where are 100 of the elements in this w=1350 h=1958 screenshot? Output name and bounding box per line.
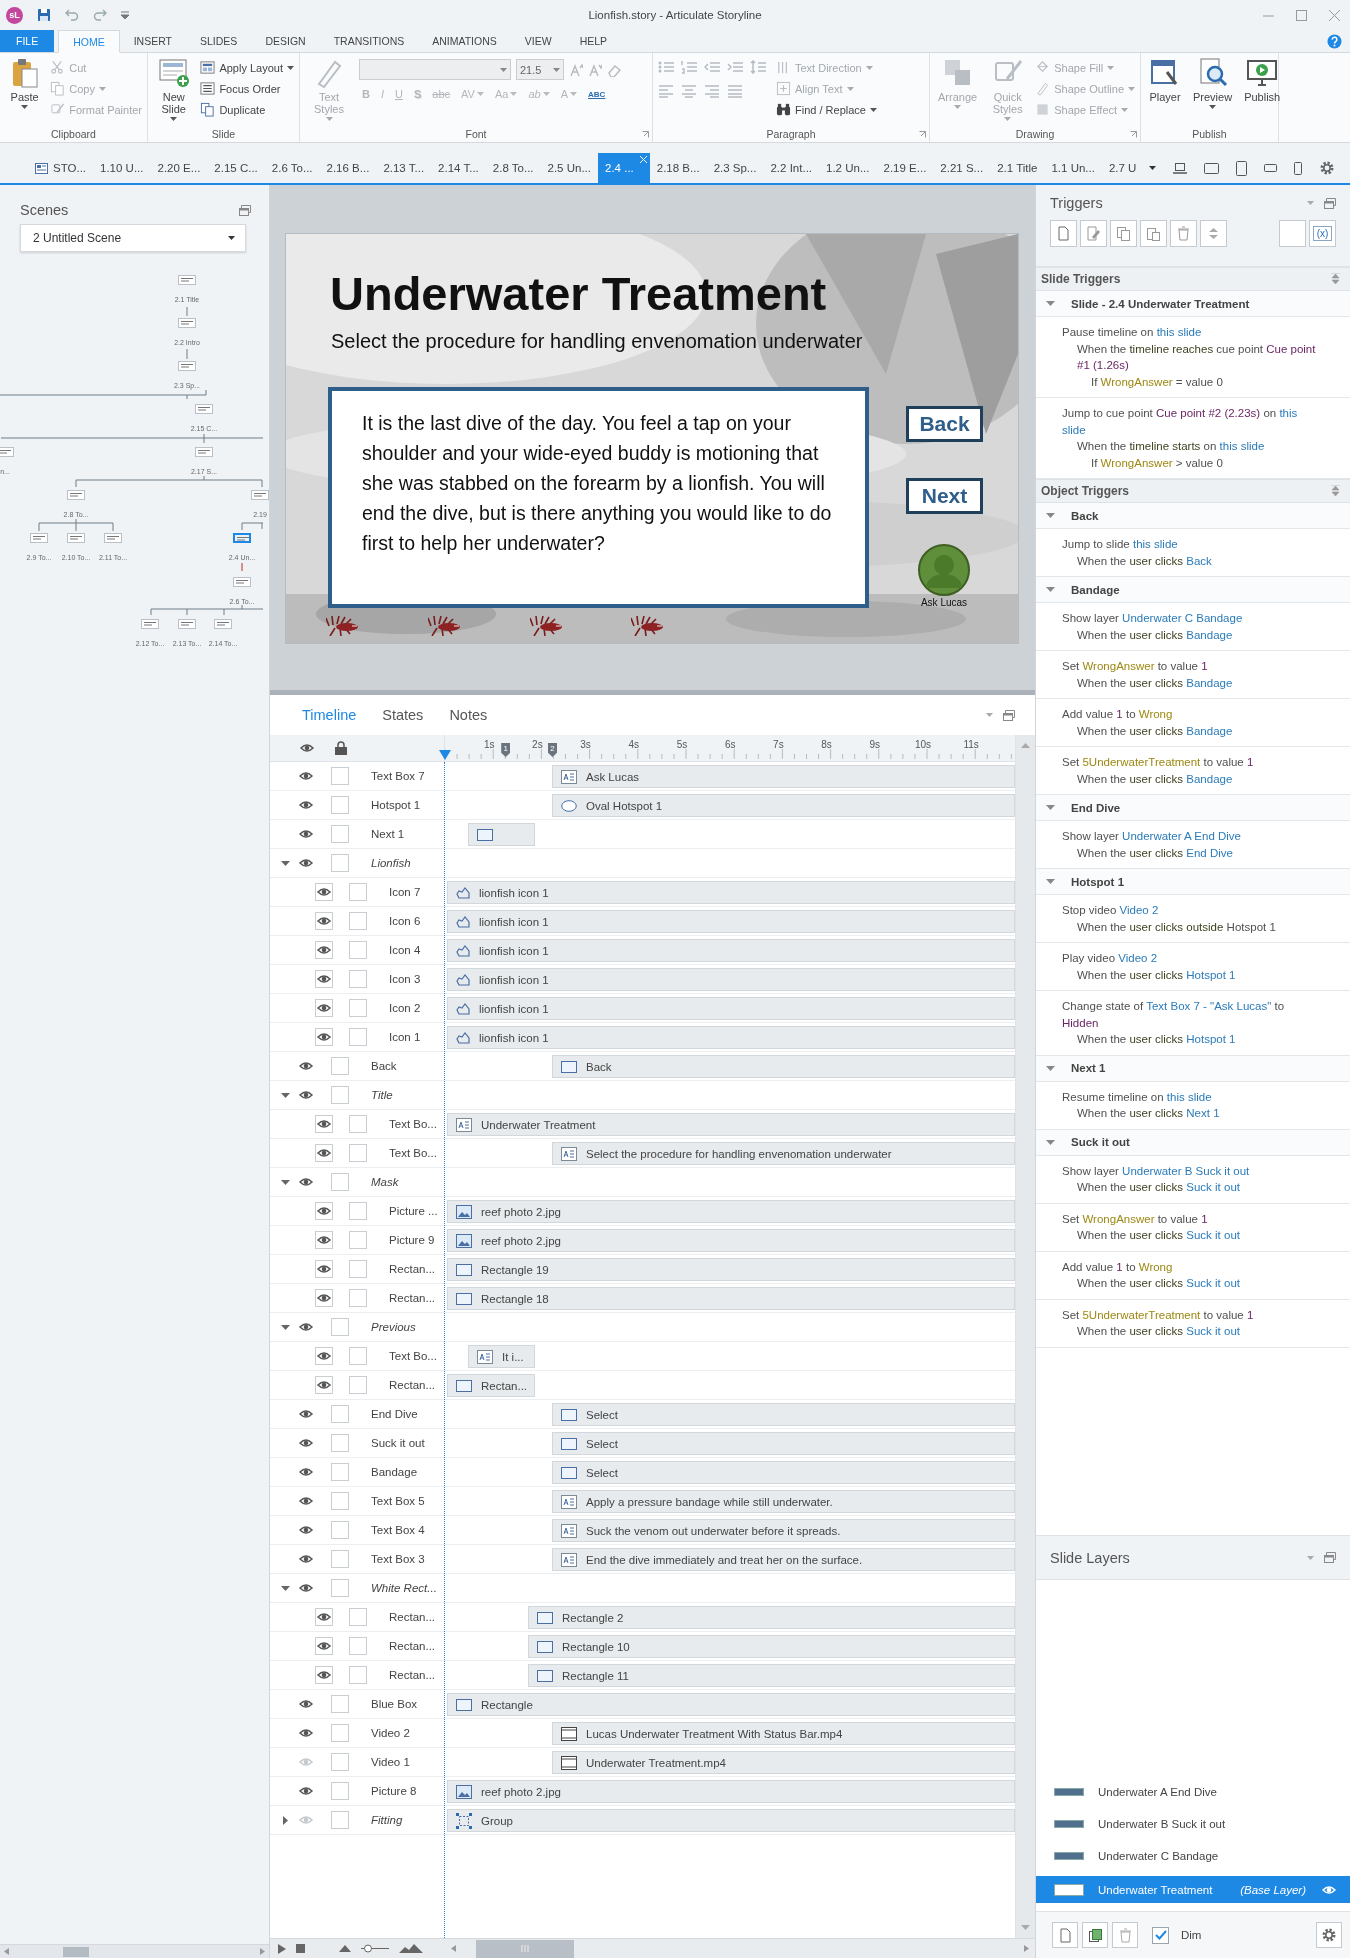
scroll-right-icon[interactable] bbox=[1024, 1945, 1029, 1952]
eye-icon[interactable] bbox=[315, 1666, 333, 1684]
lock-checkbox[interactable] bbox=[331, 1173, 349, 1191]
trigger-action[interactable]: Set 5UnderwaterTreatment to value 1 bbox=[1062, 754, 1320, 771]
layer-name[interactable]: Title bbox=[371, 1089, 393, 1101]
slide-thumbnail[interactable] bbox=[178, 318, 196, 328]
reorder-button[interactable] bbox=[1200, 220, 1227, 247]
timeline-bar[interactable]: Rectan... bbox=[447, 1374, 535, 1397]
timeline-bar[interactable]: reef photo 2.jpg bbox=[447, 1780, 1015, 1803]
restore-icon[interactable] bbox=[1324, 197, 1336, 209]
trigger-action[interactable]: Stop video Video 2 bbox=[1062, 902, 1320, 919]
timeline-bar[interactable]: Rectangle 11 bbox=[528, 1664, 1015, 1687]
caret-icon[interactable] bbox=[1046, 1137, 1055, 1147]
lock-checkbox[interactable] bbox=[331, 1492, 349, 1510]
ribbon-button[interactable]: Focus Order bbox=[200, 79, 294, 98]
delete-button[interactable] bbox=[1170, 220, 1197, 247]
layer-name[interactable]: Text Bo... bbox=[389, 1147, 437, 1159]
layer-name[interactable]: Hotspot 1 bbox=[371, 799, 421, 811]
lock-checkbox[interactable] bbox=[349, 1260, 367, 1278]
timeline-bar[interactable]: Group bbox=[447, 1809, 1015, 1832]
caret-icon[interactable] bbox=[1046, 585, 1055, 594]
nav-button[interactable]: Back bbox=[906, 406, 983, 442]
caret-icon[interactable] bbox=[280, 1177, 290, 1187]
eraser-icon[interactable] bbox=[607, 62, 621, 77]
layer-name[interactable]: Text Bo... bbox=[389, 1118, 437, 1130]
dialog-launcher-icon[interactable] bbox=[642, 131, 649, 138]
copy-button[interactable] bbox=[1110, 220, 1137, 247]
increase-indent-icon[interactable] bbox=[727, 60, 743, 74]
save-icon[interactable] bbox=[37, 8, 51, 22]
layer-name[interactable]: Blue Box bbox=[371, 1698, 418, 1710]
layer-name[interactable]: Rectan... bbox=[389, 1611, 436, 1623]
slide-tab[interactable]: 2.3 Sp... bbox=[706, 153, 764, 183]
layer-name[interactable]: Rectan... bbox=[389, 1292, 436, 1304]
slide-tab[interactable]: 2.21 S... bbox=[933, 153, 991, 183]
ribbon-button[interactable]: Find / Replace bbox=[776, 100, 877, 119]
layer-name[interactable]: Text Box 7 bbox=[371, 770, 425, 782]
timeline-bar[interactable]: Suck the venom out underwater before it spreads. bbox=[552, 1519, 1015, 1542]
ribbon-button[interactable]: Apply Layout bbox=[200, 58, 294, 77]
timeline-bar[interactable]: reef photo 2.jpg bbox=[447, 1229, 1015, 1252]
layer-name[interactable]: Text Box 3 bbox=[371, 1553, 425, 1565]
slide-tab[interactable]: 2.8 To... bbox=[485, 153, 541, 183]
slide-thumbnail[interactable] bbox=[195, 404, 213, 414]
lock-checkbox[interactable] bbox=[331, 1405, 349, 1423]
decrease-indent-icon[interactable] bbox=[704, 60, 720, 74]
eye-icon[interactable] bbox=[315, 883, 333, 901]
layer-name[interactable]: Rectan... bbox=[389, 1669, 436, 1681]
slide-thumbnail[interactable] bbox=[178, 275, 196, 285]
slide-thumbnail[interactable] bbox=[214, 619, 232, 629]
scene-dropdown[interactable]: 2 Untitled Scene bbox=[20, 224, 246, 252]
lock-checkbox[interactable] bbox=[349, 1289, 367, 1307]
scroll-down-icon[interactable] bbox=[1021, 1925, 1030, 1930]
slide-thumbnail[interactable] bbox=[233, 533, 251, 543]
phone-portrait-icon[interactable] bbox=[1294, 161, 1303, 175]
caret-icon[interactable] bbox=[1046, 511, 1055, 520]
close-icon[interactable] bbox=[1329, 9, 1340, 21]
tablet-landscape-icon[interactable] bbox=[1204, 162, 1220, 174]
eye-icon[interactable] bbox=[315, 1376, 333, 1394]
caret-icon[interactable] bbox=[1046, 1063, 1055, 1073]
scroll-left-icon[interactable] bbox=[451, 1945, 456, 1952]
eye-icon[interactable] bbox=[315, 1637, 333, 1655]
lock-checkbox[interactable] bbox=[349, 1202, 367, 1220]
ribbon-tab[interactable]: ANIMATIONS bbox=[418, 30, 511, 52]
ribbon-button[interactable]: Publish bbox=[1241, 56, 1284, 104]
trigger-action[interactable]: Add value 1 to Wrong bbox=[1062, 1258, 1320, 1275]
ribbon-tab[interactable]: HOME bbox=[58, 30, 120, 53]
caret-icon[interactable] bbox=[1046, 877, 1055, 886]
lock-checkbox[interactable] bbox=[331, 1521, 349, 1539]
settings-icon[interactable] bbox=[1319, 160, 1336, 176]
maximize-icon[interactable] bbox=[1296, 9, 1307, 21]
trigger-action[interactable]: Resume timeline on this slide bbox=[1062, 1088, 1320, 1105]
timeline-bar[interactable]: lionfish icon 1 bbox=[447, 997, 1015, 1020]
ribbon-button[interactable]: Preview bbox=[1190, 56, 1236, 110]
lock-checkbox[interactable] bbox=[331, 1434, 349, 1452]
slide-tab[interactable]: 2.16 B... bbox=[319, 153, 377, 183]
grow-font-icon[interactable] bbox=[569, 62, 583, 77]
lock-checkbox[interactable] bbox=[331, 1811, 349, 1829]
lock-checkbox[interactable] bbox=[331, 1057, 349, 1075]
new-trigger-button[interactable] bbox=[1050, 220, 1077, 247]
caret-icon[interactable] bbox=[1046, 803, 1055, 812]
lock-checkbox[interactable] bbox=[331, 1318, 349, 1336]
play-icon[interactable] bbox=[278, 1943, 286, 1954]
lock-checkbox[interactable] bbox=[349, 1637, 367, 1655]
dialog-launcher-icon[interactable] bbox=[1130, 131, 1137, 138]
lock-checkbox[interactable] bbox=[349, 1144, 367, 1162]
eye-icon[interactable] bbox=[315, 1260, 333, 1278]
timeline-bar[interactable]: Rectangle 10 bbox=[528, 1635, 1015, 1658]
panel-tab[interactable]: States bbox=[370, 707, 436, 723]
slide-thumbnail[interactable] bbox=[195, 447, 213, 457]
slide-thumbnail[interactable] bbox=[104, 533, 122, 543]
zoom-slider[interactable] bbox=[361, 1944, 389, 1953]
slide-thumbnail[interactable] bbox=[178, 619, 196, 629]
caret-icon[interactable] bbox=[280, 1583, 290, 1593]
zoom-in-icon[interactable] bbox=[399, 1944, 423, 1953]
eye-icon[interactable] bbox=[315, 1608, 333, 1626]
lock-checkbox[interactable] bbox=[331, 1782, 349, 1800]
timeline-bar[interactable]: lionfish icon 1 bbox=[447, 910, 1015, 933]
layer-name[interactable]: Icon 1 bbox=[389, 1031, 421, 1043]
caret-icon[interactable] bbox=[280, 1815, 290, 1825]
duplicate-layer-button[interactable] bbox=[1082, 1922, 1108, 1948]
layer-name[interactable]: Fitting bbox=[371, 1814, 403, 1826]
